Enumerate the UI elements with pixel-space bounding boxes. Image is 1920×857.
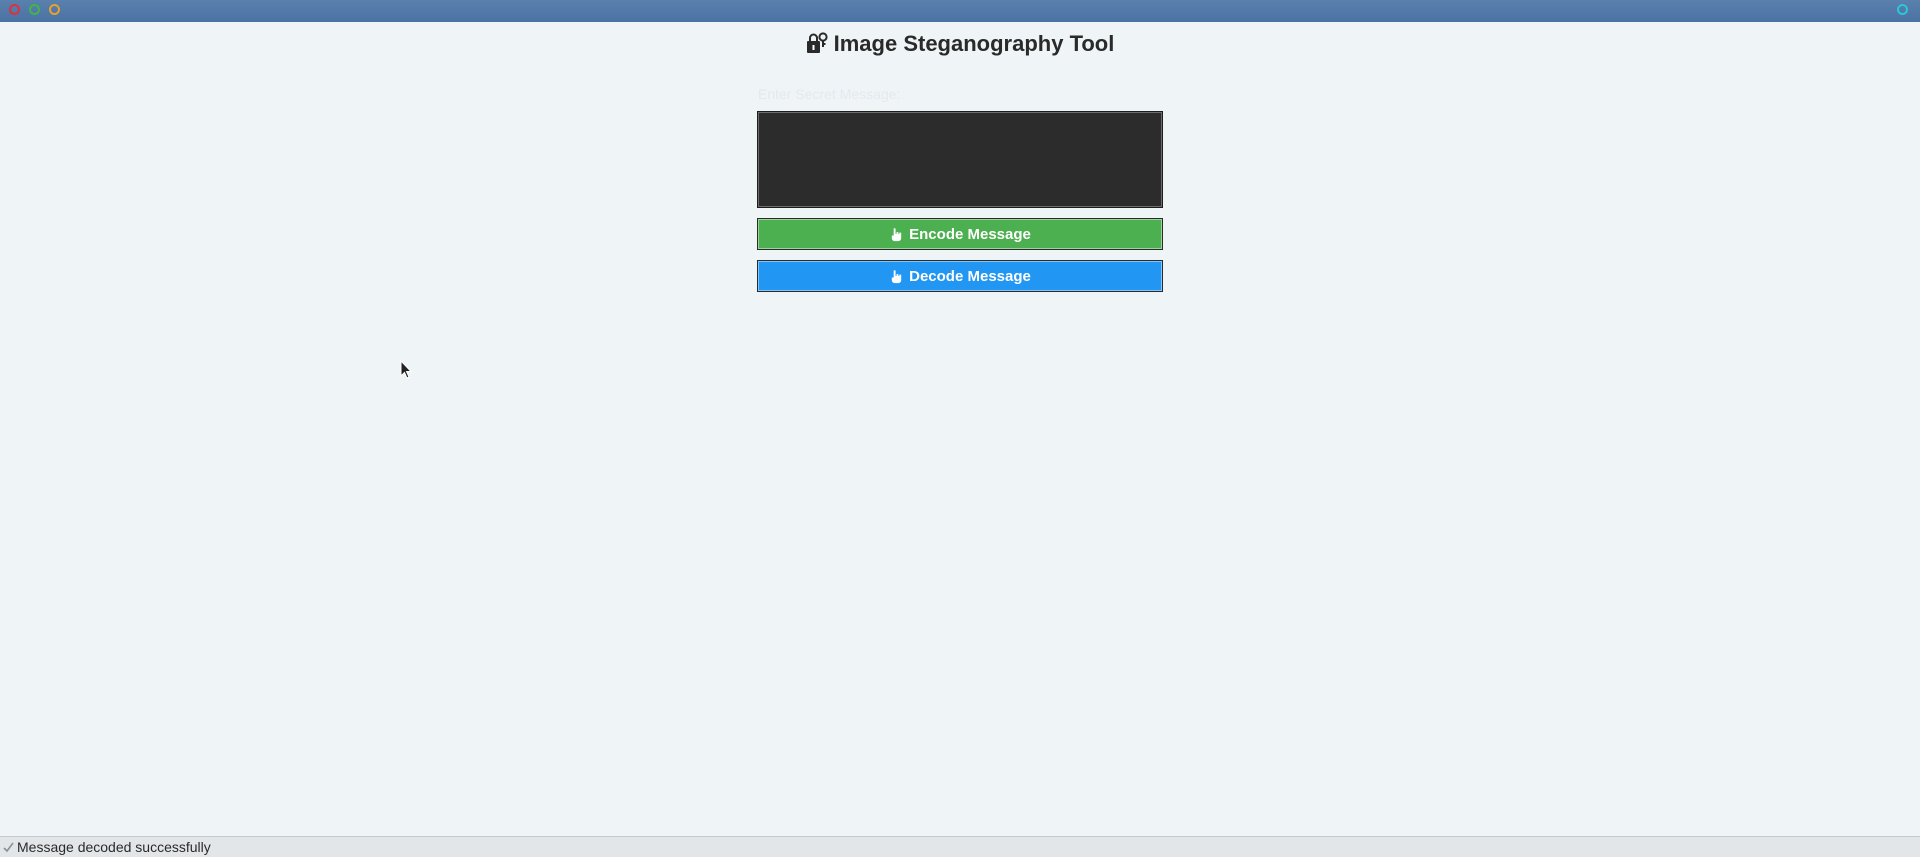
mouse-cursor-icon (400, 360, 412, 379)
decode-message-button[interactable]: Decode Message (757, 260, 1163, 292)
app-title-text: Image Steganography Tool (833, 31, 1115, 56)
decode-button-label: Decode Message (909, 267, 1031, 285)
encode-message-button[interactable]: Encode Message (757, 218, 1163, 250)
hand-pointer-icon (891, 269, 902, 283)
status-bar: Message decoded successfully (0, 836, 1920, 857)
message-label: Enter Secret Message: (758, 86, 901, 102)
page-title: Image Steganography Tool (0, 30, 1920, 58)
status-message: Message decoded successfully (17, 839, 211, 855)
minimize-window-icon[interactable] (29, 4, 40, 15)
close-window-icon[interactable] (9, 4, 20, 15)
hand-pointer-icon (891, 227, 902, 241)
window-menu-icon[interactable] (1897, 4, 1908, 15)
checkmark-icon (3, 842, 14, 853)
encode-button-label: Encode Message (909, 225, 1031, 243)
secret-message-input[interactable] (757, 111, 1163, 208)
maximize-window-icon[interactable] (49, 4, 60, 15)
window-title-bar (0, 0, 1920, 22)
lock-key-icon (806, 32, 828, 53)
